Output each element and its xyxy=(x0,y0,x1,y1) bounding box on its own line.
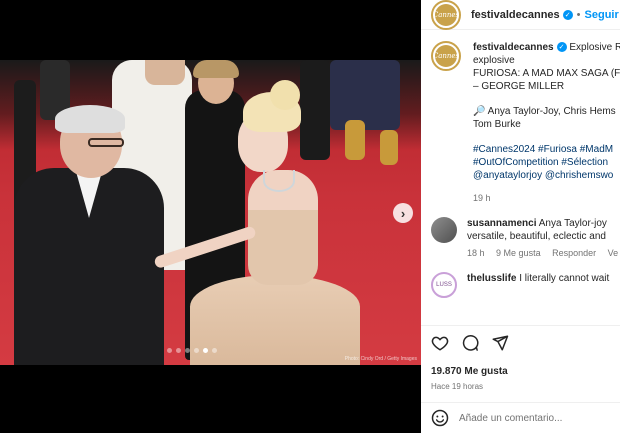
post-side-panel: Cannes festivaldecannes ✓ • Seguir Canne… xyxy=(421,0,620,433)
carousel-dot xyxy=(167,348,172,353)
caption: Cannes festivaldecannes ✓ Explosive R exp… xyxy=(421,31,620,205)
chevron-right-icon: › xyxy=(400,205,406,221)
figure-older-man-hair xyxy=(55,105,125,133)
figure-white-suit-head xyxy=(145,60,185,85)
post-time: Hace 19 horas xyxy=(431,382,484,391)
post-photo[interactable] xyxy=(0,60,421,365)
comment-text: versatile, beautiful, eclectic and xyxy=(467,231,606,242)
follow-button[interactable]: Seguir xyxy=(585,9,619,21)
comment-time: 18 h xyxy=(467,248,485,258)
separator-dot: • xyxy=(576,8,581,21)
caption-line: Explosive R xyxy=(569,42,620,53)
post-actions: 19.870 Me gusta Hace 19 horas xyxy=(421,325,620,391)
verified-icon: ✓ xyxy=(556,42,567,53)
caption-tags[interactable]: #Cannes2024 #Furiosa #MadM xyxy=(473,143,620,156)
figure-black-dress-hair xyxy=(193,60,239,78)
carousel-dot-active xyxy=(203,348,208,353)
background-figure xyxy=(330,60,400,130)
avatar[interactable]: Cannes xyxy=(431,0,461,30)
comment-username[interactable]: thelusslife xyxy=(467,273,516,284)
caption-body: festivaldecannes ✓ Explosive R explosive … xyxy=(473,41,620,205)
share-icon[interactable] xyxy=(491,334,509,352)
comment-text: Anya Taylor-joy xyxy=(538,218,607,229)
comment-icon[interactable] xyxy=(461,334,479,352)
background-figure xyxy=(380,130,398,165)
heart-icon[interactable] xyxy=(431,334,449,352)
carousel-dot xyxy=(185,348,190,353)
caption-username[interactable]: festivaldecannes xyxy=(473,42,554,53)
caption-cast: 🔎 Anya Taylor-Joy, Chris Hems xyxy=(473,106,616,117)
comments-list[interactable]: Cannes festivaldecannes ✓ Explosive R exp… xyxy=(421,31,620,321)
caption-line: explosive xyxy=(473,55,515,66)
comment-likes[interactable]: 9 Me gusta xyxy=(496,248,541,258)
more-link[interactable]: Ve xyxy=(608,248,619,258)
comment-username[interactable]: susannamenci xyxy=(467,218,536,229)
avatar-logo: Cannes xyxy=(432,10,460,19)
figure-older-man-glasses xyxy=(88,138,124,147)
next-slide-button[interactable]: › xyxy=(393,203,413,223)
caption-line: – GEORGE MILLER xyxy=(473,81,565,92)
carousel-dot xyxy=(194,348,199,353)
add-comment-bar xyxy=(421,402,620,433)
caption-line: FURIOSA: A MAD MAX SAGA (F xyxy=(473,68,620,79)
caption-tags[interactable]: @anyataylorjoy @chrishemswo xyxy=(473,169,620,182)
caption-cast: Tom Burke xyxy=(473,119,521,130)
background-figure xyxy=(300,60,330,160)
comment-text: I literally cannot wait xyxy=(519,273,610,284)
avatar-logo: LUSS xyxy=(436,282,452,288)
caption-time: 19 h xyxy=(473,193,491,203)
post-header: Cannes festivaldecannes ✓ • Seguir xyxy=(421,0,620,30)
avatar[interactable]: LUSS xyxy=(431,272,457,298)
figure-gown-necklace xyxy=(263,170,295,192)
carousel-dot xyxy=(212,348,217,353)
likes-count[interactable]: 19.870 Me gusta xyxy=(431,366,610,377)
comment-item: susannamenci Anya Taylor-joy versatile, … xyxy=(421,217,620,260)
post-media: › Photo: Cindy Ord / Getty Images xyxy=(0,0,421,433)
background-figure xyxy=(345,120,365,160)
avatar-logo: Cannes xyxy=(432,52,460,60)
comment-input[interactable] xyxy=(459,412,609,424)
reply-button[interactable]: Responder xyxy=(552,248,596,258)
avatar[interactable]: Cannes xyxy=(431,41,461,71)
verified-icon: ✓ xyxy=(562,9,573,20)
figure-gown-hair-bun xyxy=(270,80,300,110)
carousel-dots xyxy=(167,348,217,353)
emoji-icon[interactable] xyxy=(431,409,449,427)
carousel-dot xyxy=(176,348,181,353)
comment-item: LUSS thelusslife I literally cannot wait xyxy=(421,272,620,298)
figure-gown-bodice xyxy=(248,200,318,285)
avatar[interactable] xyxy=(431,217,457,243)
photo-credit: Photo: Cindy Ord / Getty Images xyxy=(344,356,417,362)
post-username[interactable]: festivaldecannes xyxy=(471,9,560,21)
caption-tags[interactable]: #OutOfCompetition #Sélection xyxy=(473,156,620,169)
